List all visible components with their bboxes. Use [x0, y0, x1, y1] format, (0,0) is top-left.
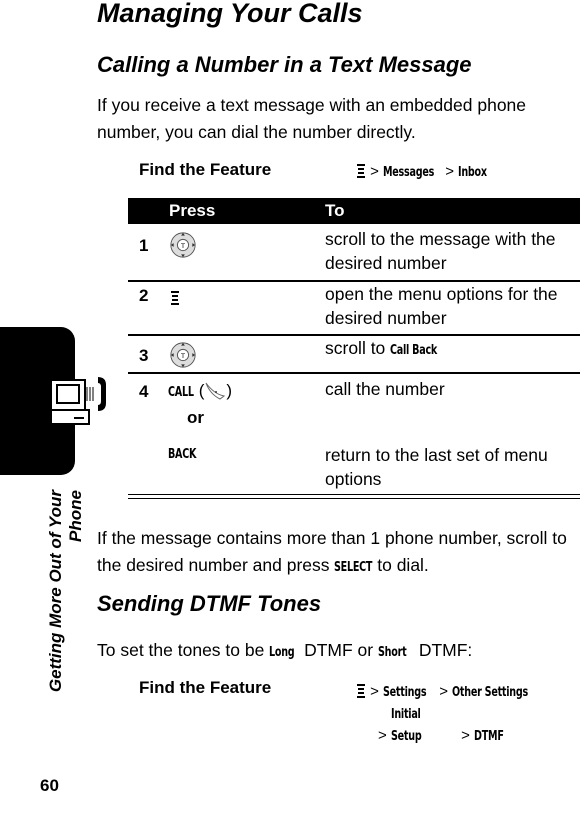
chapter-side-title: Getting More Out of Your Phone	[46, 490, 85, 693]
step-number: 2	[139, 286, 149, 305]
feature-path: > Settings > Other Settings > Initial Se…	[356, 681, 545, 748]
or-label: or	[187, 408, 204, 427]
page-number: 60	[40, 776, 59, 795]
feature-path: > Messages > Inbox	[356, 163, 493, 180]
nav-key-icon	[169, 341, 197, 369]
step-action-alt: return to the last set of menu options	[325, 445, 548, 489]
path-messages: Messages	[383, 165, 435, 180]
dtmf-paragraph: To set the tones to be Long DTMF or Shor…	[97, 640, 473, 660]
row-divider	[128, 372, 580, 374]
step-action: scroll to Call Back	[325, 338, 438, 358]
path-inbox: Inbox	[458, 165, 488, 180]
page-title: Managing Your Calls	[97, 0, 363, 28]
step-number: 3	[139, 346, 149, 365]
step-number: 4	[139, 382, 149, 401]
step-action: scroll to the message with the desired n…	[325, 229, 556, 273]
step-action: open the menu options for the desired nu…	[325, 284, 558, 328]
section-heading-text-message: Calling a Number in a Text Message	[97, 52, 472, 77]
call-key: CALL ()	[168, 381, 233, 400]
table-bottom-line	[128, 494, 580, 495]
step-number: 1	[139, 236, 149, 255]
computer-phone-icon	[50, 377, 106, 425]
after-table-paragraph: If the message contains more than 1 phon…	[97, 528, 567, 575]
table-bottom-line	[128, 498, 580, 499]
back-key: BACK	[168, 447, 197, 462]
nav-key-icon	[169, 231, 197, 259]
step-action: call the number	[325, 379, 445, 399]
menu-key-icon	[356, 683, 366, 699]
send-key-icon	[205, 382, 226, 400]
menu-key-icon	[170, 290, 180, 306]
intro-paragraph: If you receive a text message with an em…	[97, 95, 527, 142]
menu-key-icon	[356, 163, 366, 179]
find-feature-label: Find the Feature	[139, 160, 272, 179]
table-header: Press To	[128, 198, 580, 224]
find-feature-label: Find the Feature	[139, 678, 272, 697]
section-heading-dtmf: Sending DTMF Tones	[97, 591, 322, 616]
